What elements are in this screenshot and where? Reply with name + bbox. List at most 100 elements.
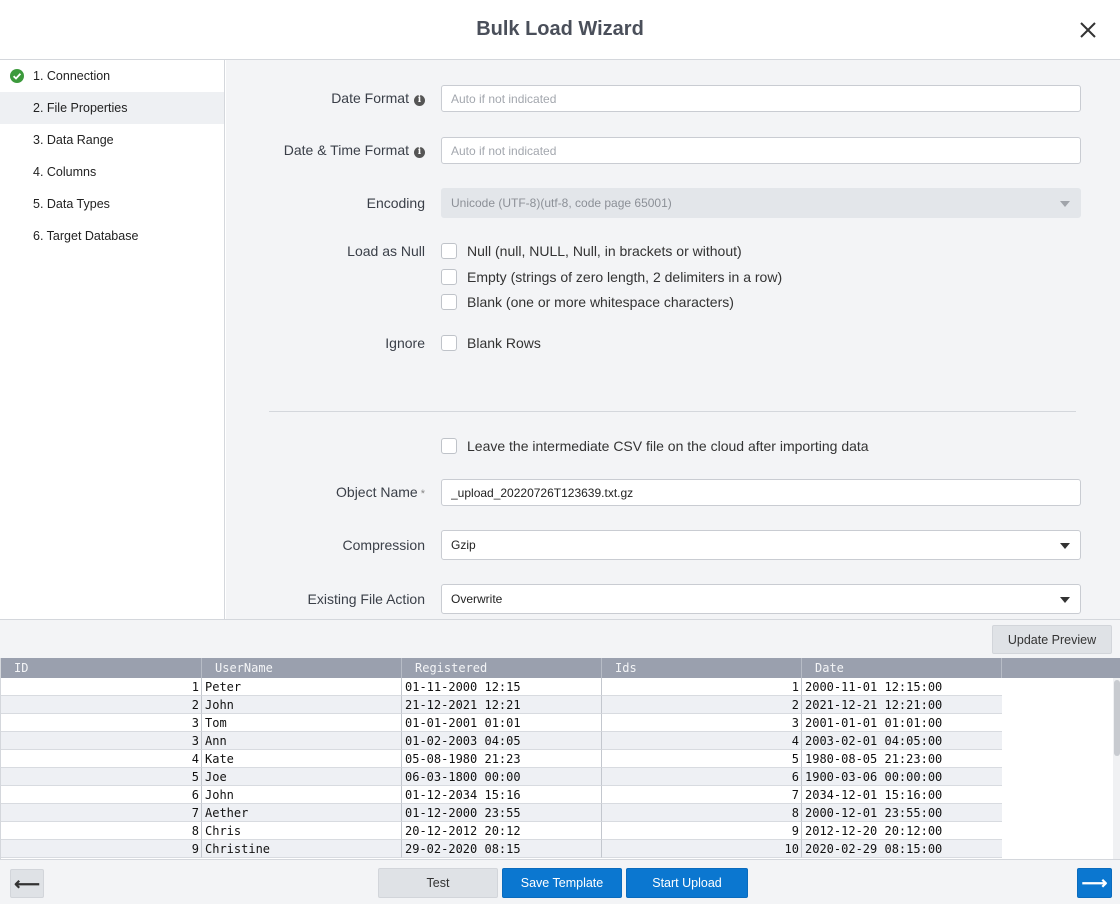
cell-username[interactable]: John [201, 696, 402, 714]
cell-username[interactable]: Christine [201, 840, 402, 858]
cell-ids[interactable]: 5 [601, 750, 802, 768]
start-upload-button[interactable]: Start Upload [626, 868, 748, 898]
object-name-input[interactable] [441, 479, 1081, 506]
column-header-ids[interactable]: Ids [601, 658, 801, 678]
cell-date[interactable]: 2001-01-01 01:01:00 [801, 714, 1002, 732]
leave-csv-checkbox-row[interactable]: Leave the intermediate CSV file on the c… [441, 436, 869, 456]
cell-id[interactable]: 6 [1, 786, 202, 804]
cell-id[interactable]: 3 [1, 714, 202, 732]
cell-id[interactable]: 3 [1, 732, 202, 750]
cell-ids[interactable]: 6 [601, 768, 802, 786]
cell-id[interactable]: 9 [1, 840, 202, 858]
null-checkbox[interactable] [441, 243, 457, 259]
required-mark: * [420, 488, 425, 500]
cell-username[interactable]: Chris [201, 822, 402, 840]
cell-username[interactable]: Tom [201, 714, 402, 732]
cell-ids[interactable]: 1 [601, 678, 802, 696]
cell-username[interactable]: Peter [201, 678, 402, 696]
cell-username[interactable]: Joe [201, 768, 402, 786]
blank-checkbox[interactable] [441, 294, 457, 310]
blank-rows-checkbox-row[interactable]: Blank Rows [441, 333, 541, 353]
cell-date[interactable]: 1900-03-06 00:00:00 [801, 768, 1002, 786]
vertical-scrollbar[interactable] [1113, 678, 1120, 859]
table-row[interactable]: 4 Kate 05-08-1980 21:23 5 1980-08-05 21:23:0… [1, 750, 1002, 768]
update-preview-button[interactable]: Update Preview [992, 625, 1112, 654]
table-row[interactable]: 3 Ann 01-02-2003 04:05 4 2003-02-01 04:05:00 [1, 732, 1002, 750]
test-button[interactable]: Test [378, 868, 498, 898]
empty-checkbox-row[interactable]: Empty (strings of zero length, 2 delimit… [441, 267, 782, 287]
cell-date[interactable]: 2020-02-29 08:15:00 [801, 840, 1002, 858]
null-checkbox-row[interactable]: Null (null, NULL, Null, in brackets or w… [441, 241, 742, 261]
cell-date[interactable]: 2003-02-01 04:05:00 [801, 732, 1002, 750]
step-file-properties[interactable]: 2. File Properties [0, 92, 224, 124]
save-template-button[interactable]: Save Template [502, 868, 622, 898]
datetime-format-input[interactable] [441, 137, 1081, 164]
cell-id[interactable]: 7 [1, 804, 202, 822]
cell-ids[interactable]: 3 [601, 714, 802, 732]
encoding-value: Unicode (UTF-8)(utf-8, code page 65001) [451, 196, 672, 210]
cell-date[interactable]: 2021-12-21 12:21:00 [801, 696, 1002, 714]
cell-date[interactable]: 2000-12-01 23:55:00 [801, 804, 1002, 822]
cell-registered[interactable]: 06-03-1800 00:00 [401, 768, 602, 786]
cell-ids[interactable]: 8 [601, 804, 802, 822]
blank-rows-checkbox[interactable] [441, 335, 457, 351]
cell-registered[interactable]: 05-08-1980 21:23 [401, 750, 602, 768]
cell-id[interactable]: 4 [1, 750, 202, 768]
cell-ids[interactable]: 4 [601, 732, 802, 750]
table-row[interactable]: 8 Chris 20-12-2012 20:12 9 2012-12-20 20:12:… [1, 822, 1002, 840]
back-arrow-icon[interactable]: ⟵ [10, 869, 44, 898]
data-preview-grid[interactable]: ID UserName Registered Ids Date 1 Peter 01… [0, 658, 1120, 859]
table-row[interactable]: 6 John 01-12-2034 15:16 7 2034-12-01 15:16:0… [1, 786, 1002, 804]
cell-id[interactable]: 5 [1, 768, 202, 786]
step-data-types[interactable]: 5. Data Types [0, 188, 224, 220]
cell-registered[interactable]: 21-12-2021 12:21 [401, 696, 602, 714]
cell-registered[interactable]: 01-11-2000 12:15 [401, 678, 602, 696]
table-row[interactable]: 7 Aether 01-12-2000 23:55 8 2000-12-01 23:55… [1, 804, 1002, 822]
leave-csv-checkbox[interactable] [441, 438, 457, 454]
cell-id[interactable]: 2 [1, 696, 202, 714]
step-target-database[interactable]: 6. Target Database [0, 220, 224, 252]
cell-registered[interactable]: 20-12-2012 20:12 [401, 822, 602, 840]
info-icon[interactable]: i [414, 147, 425, 158]
step-connection[interactable]: 1. Connection [0, 60, 224, 92]
cell-username[interactable]: John [201, 786, 402, 804]
scrollbar-thumb[interactable] [1114, 680, 1120, 756]
column-header-date[interactable]: Date [801, 658, 1001, 678]
table-row[interactable]: 9 Christine 29-02-2020 08:15 10 2020-02-29 0… [1, 840, 1002, 858]
empty-checkbox[interactable] [441, 269, 457, 285]
cell-ids[interactable]: 7 [601, 786, 802, 804]
cell-ids[interactable]: 10 [601, 840, 802, 858]
cell-date[interactable]: 2000-11-01 12:15:00 [801, 678, 1002, 696]
cell-date[interactable]: 1980-08-05 21:23:00 [801, 750, 1002, 768]
column-header-registered[interactable]: Registered [401, 658, 601, 678]
table-row[interactable]: 3 Tom 01-01-2001 01:01 3 2001-01-01 01:01:00 [1, 714, 1002, 732]
cell-ids[interactable]: 9 [601, 822, 802, 840]
cell-date[interactable]: 2034-12-01 15:16:00 [801, 786, 1002, 804]
step-data-range[interactable]: 3. Data Range [0, 124, 224, 156]
cell-date[interactable]: 2012-12-20 20:12:00 [801, 822, 1002, 840]
cell-ids[interactable]: 2 [601, 696, 802, 714]
cell-registered[interactable]: 01-12-2000 23:55 [401, 804, 602, 822]
column-header-username[interactable]: UserName [201, 658, 401, 678]
blank-checkbox-row[interactable]: Blank (one or more whitespace characters… [441, 292, 734, 312]
cell-username[interactable]: Kate [201, 750, 402, 768]
cell-id[interactable]: 1 [1, 678, 202, 696]
compression-select[interactable]: Gzip [441, 530, 1081, 560]
table-row[interactable]: 1 Peter 01-11-2000 12:15 1 2000-11-01 12:15:… [1, 678, 1002, 696]
cell-registered[interactable]: 01-12-2034 15:16 [401, 786, 602, 804]
step-columns[interactable]: 4. Columns [0, 156, 224, 188]
existing-file-action-select[interactable]: Overwrite [441, 584, 1081, 614]
close-icon[interactable] [1076, 18, 1100, 42]
next-arrow-icon[interactable]: ⟶ [1077, 868, 1112, 898]
cell-id[interactable]: 8 [1, 822, 202, 840]
table-row[interactable]: 5 Joe 06-03-1800 00:00 6 1900-03-06 00:00:00 [1, 768, 1002, 786]
cell-username[interactable]: Aether [201, 804, 402, 822]
cell-registered[interactable]: 01-01-2001 01:01 [401, 714, 602, 732]
date-format-input[interactable] [441, 85, 1081, 112]
cell-username[interactable]: Ann [201, 732, 402, 750]
cell-registered[interactable]: 29-02-2020 08:15 [401, 840, 602, 858]
column-header-id[interactable]: ID [1, 658, 201, 678]
table-row[interactable]: 2 John 21-12-2021 12:21 2 2021-12-21 12:21:0… [1, 696, 1002, 714]
info-icon[interactable]: i [414, 95, 425, 106]
cell-registered[interactable]: 01-02-2003 04:05 [401, 732, 602, 750]
